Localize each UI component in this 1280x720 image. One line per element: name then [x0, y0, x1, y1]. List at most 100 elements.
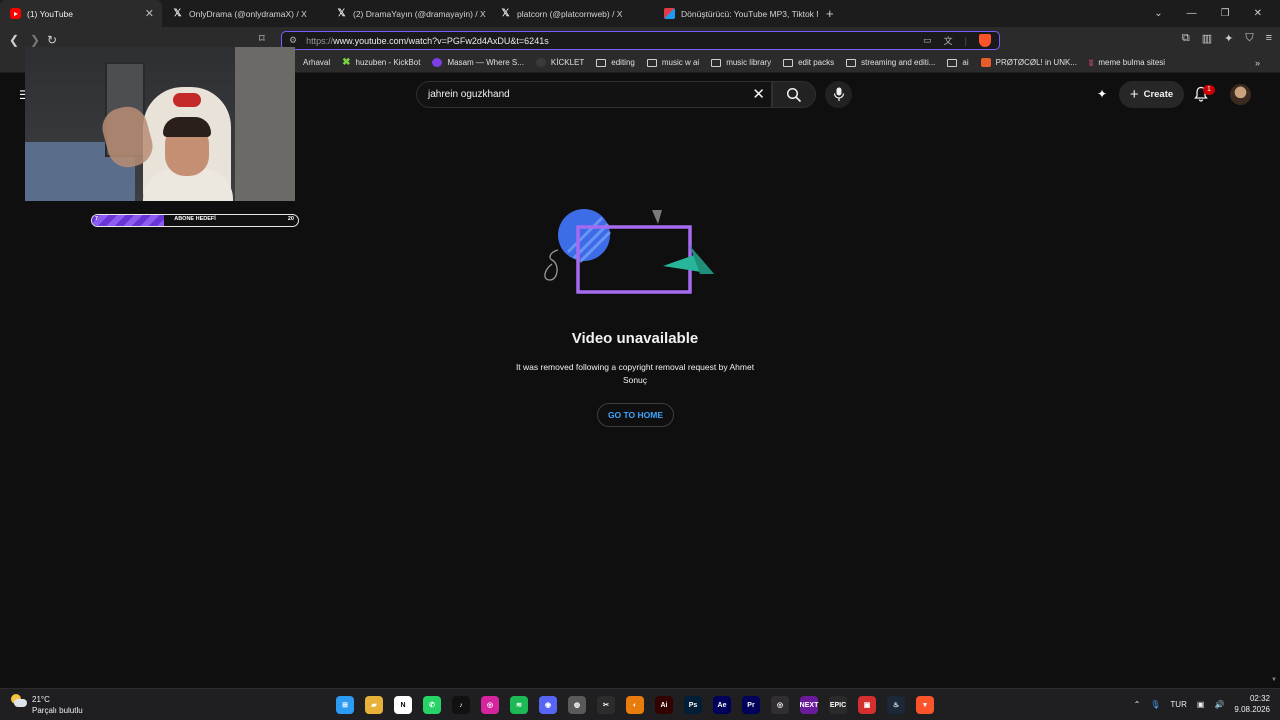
clock[interactable]: 02:32 9.08.2026 [1234, 693, 1270, 715]
weather-widget[interactable]: 21°C Parçalı bulutlu [11, 694, 83, 716]
windows-start-icon[interactable]: ⊞ [336, 696, 354, 714]
x-icon: 𝕏 [173, 8, 182, 19]
x-icon: 𝕏 [337, 8, 346, 19]
taskbar-apps: ⊞ ▰ N ✆ ♪ ◎ ≋ ◉ ◍ ✂ ◐ Ai Ps Ae Pr ◎ NEXT EPIC ▣ ♨ ▼ [336, 696, 934, 714]
file-explorer-icon[interactable]: ▰ [365, 696, 383, 714]
bookmark-item[interactable]: PRØTØCØL! in UNK... [980, 58, 1077, 67]
photoshop-icon[interactable]: Ps [684, 696, 702, 714]
bookmark-item[interactable]: Masam — Where S... [432, 58, 524, 67]
cast-tab-icon[interactable]: ▭ [923, 35, 932, 46]
go-to-home-button[interactable]: GO TO HOME [597, 403, 674, 427]
tab-onlydrama[interactable]: 𝕏 OnlyDrama (@onlydramaX) / X [162, 0, 326, 27]
bookmark-folder[interactable]: editing [596, 58, 635, 67]
network-icon[interactable]: ▣ [1197, 700, 1205, 709]
create-button[interactable]: + Create [1119, 81, 1184, 108]
bookmark-folder[interactable]: streaming and editi... [846, 58, 935, 67]
next-icon[interactable]: NEXT [800, 696, 818, 714]
site-settings-icon[interactable]: ⚙ [289, 35, 297, 46]
folder-icon [783, 58, 794, 67]
language-indicator[interactable]: TUR [1170, 700, 1186, 709]
notion-icon[interactable]: N [394, 696, 412, 714]
tab-youtube[interactable]: (1) YouTube ✕ [0, 0, 162, 27]
brave-shields-icon[interactable] [979, 34, 991, 47]
menu-icon[interactable]: ≡ [1266, 32, 1272, 45]
tab-dramayayin[interactable]: 𝕏 (2) DramaYayın (@dramayayin) / X [326, 0, 490, 27]
partly-cloudy-icon [11, 694, 27, 708]
extensions-icon[interactable]: ⧉ [1182, 32, 1190, 45]
bookmark-folder[interactable]: music w ai [646, 58, 699, 67]
subscriber-goal-bar: 7 ABONE HEDEFİ 20 [91, 214, 299, 227]
epic-games-icon[interactable]: EPIC [829, 696, 847, 714]
goal-target: 20 [287, 216, 294, 222]
bookmark-folder[interactable]: music library [711, 58, 771, 67]
bookmark-item[interactable]: Arhaval [303, 58, 330, 67]
vpn-icon[interactable]: ⛉ [1245, 32, 1253, 45]
tab-platcorn[interactable]: 𝕏 platcorn (@platcornweb) / X [490, 0, 654, 27]
video-unavailable-illustration [544, 209, 714, 294]
converter-icon [664, 8, 675, 19]
show-hidden-icons[interactable]: ⌃ [1134, 700, 1141, 709]
chevron-down-icon[interactable]: ⌄ [1154, 8, 1162, 19]
whatsapp-icon[interactable]: ✆ [423, 696, 441, 714]
tab-strip: (1) YouTube ✕ 𝕏 OnlyDrama (@onlydramaX) … [0, 0, 1280, 27]
premiere-icon[interactable]: Pr [742, 696, 760, 714]
instagram-icon[interactable]: ◎ [481, 696, 499, 714]
bookmark-icon[interactable]: ⌑ [259, 32, 265, 45]
window-controls: ⌄ — ❐ ✕ [1154, 8, 1280, 19]
close-icon[interactable]: ✕ [139, 7, 154, 20]
spotify-icon[interactable]: ≋ [510, 696, 528, 714]
removal-message: It was removed following a copyright rem… [515, 362, 755, 385]
folder-icon [596, 58, 607, 67]
tab-converter[interactable]: Dönüştürücü: YouTube MP3, Tiktok M [654, 0, 818, 27]
new-tab-button[interactable]: + [818, 6, 842, 21]
system-tray: ⌃ 🎙 TUR ▣ 🔊 02:32 9.08.2026 [1134, 693, 1270, 715]
steam-icon[interactable]: ♨ [887, 696, 905, 714]
bookmark-folder[interactable]: ai [947, 58, 969, 67]
voice-search-button[interactable] [825, 81, 852, 108]
page-title: Video unavailable [571, 330, 699, 347]
bookmark-item[interactable]: KİCKLET [535, 58, 584, 67]
clear-search-icon[interactable]: ✕ [752, 85, 765, 103]
scroll-down-arrow-icon[interactable]: ▼ [1271, 677, 1277, 683]
avatar[interactable] [1230, 84, 1251, 105]
restore-icon[interactable]: ❐ [1221, 8, 1230, 19]
chrome-icon[interactable]: ◍ [568, 696, 586, 714]
microphone-tray-icon[interactable]: 🎙 [1150, 700, 1160, 709]
reload-icon[interactable]: ↻ [47, 33, 57, 47]
app-red-icon[interactable]: ▣ [858, 696, 876, 714]
minimize-icon[interactable]: — [1187, 8, 1197, 19]
folder-icon [947, 58, 958, 67]
kicklet-icon [535, 58, 546, 67]
masam-icon [432, 58, 443, 67]
discord-icon[interactable]: ◉ [539, 696, 557, 714]
after-effects-icon[interactable]: Ae [713, 696, 731, 714]
microphone-icon [833, 87, 844, 101]
capcut-icon[interactable]: ✂ [597, 696, 615, 714]
folder-icon [846, 58, 857, 67]
back-icon[interactable]: ❮ [9, 33, 19, 47]
tab-title: (2) DramaYayın (@dramayayin) / X [353, 8, 486, 19]
tiktok-icon[interactable]: ♪ [452, 696, 470, 714]
translate-icon[interactable]: 文 [944, 34, 953, 47]
kick-icon: ✖ [342, 57, 351, 68]
leo-ai-icon[interactable]: ✦ [1224, 32, 1233, 45]
weather-condition: Parçalı bulutlu [32, 706, 83, 715]
more-bookmarks-icon[interactable]: » [1255, 58, 1260, 68]
volume-icon[interactable]: 🔊 [1214, 700, 1224, 709]
search-input[interactable]: jahrein oguzkhand ✕ [416, 81, 772, 108]
close-window-icon[interactable]: ✕ [1254, 8, 1262, 19]
blender-icon[interactable]: ◐ [626, 696, 644, 714]
sparkle-icon[interactable]: ✦ [1097, 87, 1107, 101]
address-bar[interactable]: ⚙ https://www.youtube.com/watch?v=PGFw2d… [281, 31, 1000, 50]
forward-icon[interactable]: ❯ [30, 33, 40, 47]
sidebar-icon[interactable]: ▥ [1202, 32, 1212, 45]
bookmark-item[interactable]: ✖ huzuben - KickBot [342, 57, 420, 68]
search-button[interactable] [772, 81, 816, 108]
tab-title: platcorn (@platcornweb) / X [517, 8, 623, 19]
obs-icon[interactable]: ◎ [771, 696, 789, 714]
brave-icon[interactable]: ▼ [916, 696, 934, 714]
illustrator-icon[interactable]: Ai [655, 696, 673, 714]
bookmark-item[interactable]: ʬ meme bulma sitesi [1089, 58, 1165, 68]
search-icon [786, 87, 802, 102]
bookmark-folder[interactable]: edit packs [783, 58, 834, 67]
